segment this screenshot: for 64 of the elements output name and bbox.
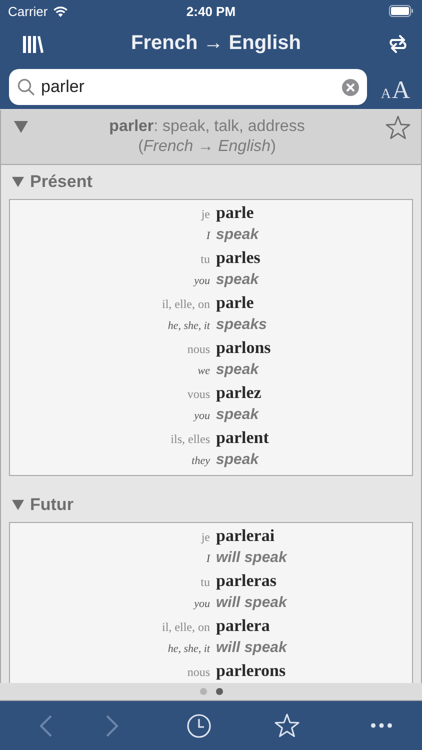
search-icon: [17, 78, 35, 96]
verb-form: parleras: [216, 571, 278, 591]
verb-translation: speak: [216, 270, 260, 288]
verb-translation: speak: [216, 226, 260, 242]
pronoun: ils, elles: [170, 432, 210, 447]
page-dot[interactable]: [200, 688, 206, 695]
section-title[interactable]: Présent: [30, 172, 92, 192]
swap-arrows-icon: [388, 34, 408, 54]
font-size-button[interactable]: AA: [380, 77, 410, 105]
pronoun-translation: they: [190, 454, 210, 466]
battery-icon: [388, 5, 414, 17]
carrier-label: Carrier: [8, 4, 48, 18]
verb-form: parlerai: [216, 526, 276, 546]
page-dot[interactable]: [216, 688, 222, 695]
clear-icon: [342, 78, 359, 96]
verb-form: parlera: [216, 616, 271, 636]
verb-translation: speak: [216, 360, 260, 378]
pronoun-translation: you: [192, 274, 210, 286]
pronoun-translation: he, she, it: [166, 320, 210, 332]
pronoun: tu: [200, 575, 210, 590]
verb-form: parle: [216, 203, 255, 223]
star-icon: [274, 712, 300, 738]
search-input[interactable]: parler: [41, 77, 336, 97]
pronoun-translation: you: [192, 410, 210, 422]
books-icon: [22, 34, 44, 54]
pronoun-translation: I: [205, 230, 210, 242]
verb-form: parle: [216, 293, 255, 313]
pronoun-translation: he, she, it: [166, 642, 210, 654]
pronoun: je: [200, 207, 210, 222]
verb-translation: speaks: [216, 316, 268, 332]
pronoun-translation: we: [196, 364, 210, 376]
verb-translation: will speak: [216, 594, 288, 610]
search-field[interactable]: parler: [9, 69, 367, 105]
clear-button[interactable]: [342, 78, 359, 96]
pronoun: tu: [200, 252, 210, 267]
pronoun: nous: [186, 342, 210, 357]
clock-time: 2:40 PM: [186, 4, 236, 18]
favorite-star-icon[interactable]: [385, 115, 411, 140]
pronoun: il, elle, on: [161, 297, 210, 312]
verb-translation: speak: [216, 450, 260, 468]
verb-translation: will speak: [216, 548, 288, 566]
more-dots-icon: [371, 723, 392, 728]
verb-form: parles: [216, 248, 262, 268]
verb-form: parlez: [216, 383, 262, 403]
wifi-icon: [52, 6, 68, 16]
pronoun: nous: [186, 665, 210, 680]
verb-form: parlons: [216, 338, 272, 358]
language-pair: (French → English): [137, 137, 277, 157]
nav-title: French → English: [130, 32, 302, 55]
pronoun: vous: [186, 387, 210, 402]
pronoun-translation: you: [192, 598, 210, 610]
pronoun: il, elle, on: [161, 620, 210, 635]
section-title[interactable]: Futur: [30, 495, 74, 515]
verb-form: parlerons: [216, 661, 287, 681]
disclosure-triangle-icon[interactable]: [13, 120, 29, 134]
pronoun-translation: I: [205, 552, 210, 564]
disclosure-triangle-icon[interactable]: [11, 176, 25, 188]
verb-form: parlent: [216, 428, 270, 448]
clock-icon: [186, 712, 212, 738]
entry-definition: parler: speak, talk, address: [108, 117, 306, 137]
verb-translation: speak: [216, 406, 260, 422]
disclosure-triangle-icon[interactable]: [11, 499, 25, 511]
pronoun: je: [200, 530, 210, 545]
verb-translation: will speak: [216, 638, 288, 656]
